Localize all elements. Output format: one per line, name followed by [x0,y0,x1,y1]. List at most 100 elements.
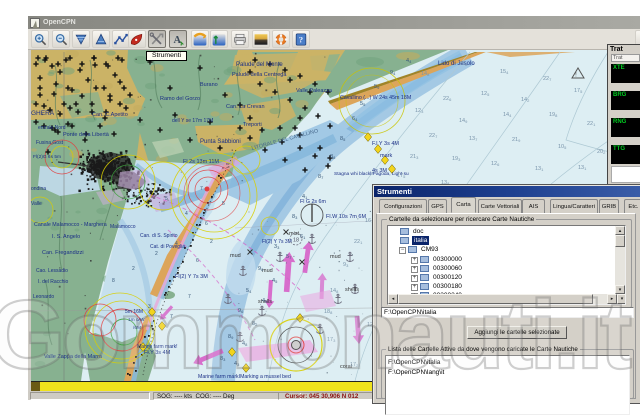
svg-text:2: 2 [155,251,158,257]
svg-text:shells: shells [345,287,359,293]
svg-text:5: 5 [222,201,225,207]
svg-text:131: 131 [535,166,544,172]
svg-text:5: 5 [165,196,168,202]
svg-text:142: 142 [521,97,530,103]
svg-text:5m 16M: 5m 16M [125,309,143,315]
svg-text:A: A [173,35,181,46]
svg-text:Can. Fregandizzi: Can. Fregandizzi [42,250,84,256]
svg-text:Can. La Crevan: Can. La Crevan [226,104,265,110]
svg-text:137: 137 [469,136,478,142]
svg-text:Treporti: Treporti [243,122,262,128]
svg-text:Marine farm mark!: Marine farm mark! [137,344,178,350]
svg-text:18: 18 [293,238,299,244]
svg-text:33: 33 [274,244,280,250]
svg-text:Cavallino (...) W 24s 45m 18M: Cavallino (...) W 24s 45m 18M [340,95,411,101]
svg-text:193: 193 [452,156,461,162]
svg-text:Valle: Valle [31,201,42,207]
svg-text:213: 213 [410,154,419,160]
svg-text:45: 45 [272,278,278,284]
svg-text:?: ? [299,34,303,44]
svg-text:1m o/W: 1m o/W [128,317,145,323]
svg-text:144: 144 [503,112,512,118]
svg-text:entrale Nord: entrale Nord [38,125,66,131]
svg-text:Marine farm markIMarking a mus: Marine farm markIMarking a mussel bed [198,374,291,380]
svg-text:126: 126 [491,161,500,167]
svg-text:123: 123 [415,108,424,114]
svg-text:6: 6 [205,221,208,227]
svg-text:Palude della Centrega: Palude della Centrega [232,72,287,78]
svg-text:Fl(2) Y 7s 3M: Fl(2) Y 7s 3M [175,274,208,280]
svg-text:64: 64 [352,116,358,122]
svg-text:mud: mud [262,268,273,274]
svg-text:4: 4 [185,211,188,217]
svg-text:I. del Racchio: I. del Racchio [38,279,69,285]
svg-text:F.l Y 3s 4M: F.l Y 3s 4M [372,141,399,147]
svg-text:105: 105 [558,144,567,150]
svg-text:57: 57 [286,254,292,260]
svg-text:mud: mud [330,254,341,260]
svg-text:83: 83 [220,356,226,362]
svg-text:59: 59 [374,84,380,90]
svg-text:4s 3M: 4s 3M [372,168,387,174]
svg-text:/6M: /6M [133,325,141,331]
svg-text:198: 198 [549,112,558,118]
svg-text:227: 227 [543,76,552,82]
svg-text:98: 98 [258,266,264,272]
svg-text:Can. di S. Spirito: Can. di S. Spirito [140,233,178,239]
svg-text:89: 89 [228,334,234,340]
svg-text:44: 44 [406,58,412,64]
svg-text:202: 202 [597,149,606,155]
svg-text:mud: mud [230,253,241,259]
svg-text:3: 3 [148,304,151,310]
svg-text:175: 175 [397,173,406,179]
svg-text:Fl(2)G 6s 5m: Fl(2)G 6s 5m [33,154,61,160]
svg-text:227: 227 [429,133,438,139]
svg-text:6: 6 [196,258,199,264]
svg-text:226: 226 [443,96,452,102]
svg-text:8: 8 [112,278,115,284]
svg-text:82: 82 [252,321,258,327]
svg-text:148: 148 [330,288,339,294]
svg-text:48: 48 [242,341,248,347]
svg-text:175: 175 [574,88,583,94]
svg-text:55: 55 [360,101,366,107]
svg-text:Punta Sabbioni: Punta Sabbioni [200,139,241,145]
svg-text:ondina: ondina [31,186,46,192]
svg-text:173: 173 [327,337,336,343]
svg-text:Lido di Jesolo: Lido di Jesolo [438,61,475,67]
svg-text:54: 54 [246,288,252,294]
svg-text:I. S. Angelo: I. S. Angelo [52,234,80,240]
svg-text:149: 149 [459,118,468,124]
svg-text:2: 2 [210,239,213,245]
svg-text:Fl.W 10s 7m 6M: Fl.W 10s 7m 6M [326,214,366,220]
svg-text:188: 188 [324,309,333,315]
svg-text:208: 208 [459,61,468,67]
svg-text:Valle Zappa della Marra: Valle Zappa della Marra [44,354,103,360]
svg-text:Cao. Lessadio: Cao. Lessadio [36,268,68,274]
svg-text:Ponte della Libertà: Ponte della Libertà [63,132,110,138]
svg-text:49: 49 [262,298,268,304]
svg-text:221: 221 [587,121,596,127]
svg-text:41: 41 [302,194,308,200]
svg-text:219: 219 [512,137,521,143]
svg-text:93: 93 [343,262,349,268]
svg-text:Ramo del Gorzo: Ramo del Gorzo [160,96,200,102]
svg-text:148: 148 [421,71,430,77]
svg-text:7: 7 [170,314,173,320]
svg-text:88: 88 [330,154,336,160]
svg-text:Valle Paleazza: Valle Paleazza [296,88,333,94]
svg-text:Fl.Y 3s 4M: Fl.Y 3s 4M [144,350,171,356]
svg-text:Leonardo: Leonardo [33,294,54,300]
svg-text:94: 94 [390,70,396,76]
svg-text:Cat. di Poveglia: Cat. di Poveglia [150,244,185,250]
svg-text:154: 154 [500,69,509,75]
svg-text:Fusina Gost: Fusina Gost [36,140,64,146]
svg-text:96: 96 [238,308,244,314]
svg-text:87: 87 [318,174,324,180]
svg-text:Burano: Burano [200,82,218,88]
svg-text:mark: mark [380,153,392,159]
svg-text:dell Y se 17m 17M: dell Y se 17m 17M [172,118,213,124]
svg-text:GHERA: GHERA [31,110,55,117]
svg-text:Palude del Monte: Palude del Monte [236,62,283,68]
svg-text:2: 2 [132,266,135,272]
